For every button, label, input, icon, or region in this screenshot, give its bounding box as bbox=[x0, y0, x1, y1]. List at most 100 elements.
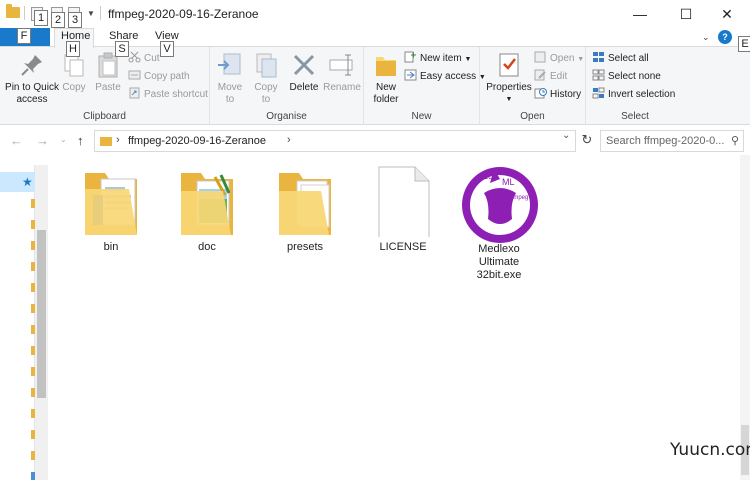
folder-icon bbox=[79, 165, 143, 235]
logo-text-ml: ML bbox=[502, 177, 515, 187]
new-folder-label: New folder bbox=[373, 82, 399, 105]
navigation-bar: ← → ⌄ ↑ › ffmpeg-2020-09-16-Zeranoe › ⌄ … bbox=[0, 126, 750, 155]
new-item-label: New item bbox=[420, 53, 462, 64]
organise-group: Move to Copy to Delete Rename Organise bbox=[210, 47, 364, 125]
list-item[interactable]: ES ML Ffmpeg Medlexo Ultimate 32bit.exe bbox=[455, 163, 543, 282]
new-group-label: New bbox=[411, 111, 432, 122]
logo-text-es: ES bbox=[482, 171, 494, 181]
delete-x-icon bbox=[290, 51, 318, 79]
select-none-label: Select none bbox=[608, 71, 661, 82]
keytip-file: F bbox=[17, 28, 31, 44]
breadcrumb-current[interactable]: ffmpeg-2020-09-16-Zeranoe bbox=[128, 135, 266, 147]
search-input[interactable] bbox=[606, 132, 734, 150]
rename-label: Rename bbox=[323, 82, 361, 93]
chevron-down-icon[interactable]: ⌄ bbox=[702, 32, 710, 43]
minimize-button[interactable]: — bbox=[617, 0, 663, 28]
edit-icon bbox=[534, 69, 547, 81]
properties-icon bbox=[495, 51, 523, 79]
ribbon: Pin to Quick access Copy Paste Cut Copy … bbox=[0, 46, 750, 125]
file-list: bin doc presets LICENSE ES ML Ffmpeg Med… bbox=[50, 155, 740, 480]
list-item[interactable]: LICENSE bbox=[359, 165, 447, 254]
select-group: Select all Select none Invert selection … bbox=[586, 47, 684, 125]
back-arrow-icon[interactable]: ← bbox=[10, 133, 23, 148]
keytip-view: V bbox=[160, 41, 174, 57]
select-all-label: Select all bbox=[608, 53, 649, 64]
folder-icon bbox=[273, 165, 337, 235]
rename-icon bbox=[328, 51, 356, 79]
item-label: bin bbox=[103, 241, 119, 253]
cut-button[interactable]: Cut bbox=[128, 51, 160, 67]
customize-qat-dropdown-icon[interactable]: ▼ bbox=[87, 9, 95, 18]
open-button[interactable]: Open ▼ bbox=[534, 51, 584, 67]
invert-selection-icon bbox=[592, 87, 605, 99]
list-item[interactable]: presets bbox=[261, 165, 349, 254]
window-title: ffmpeg-2020-09-16-Zeranoe bbox=[108, 7, 259, 21]
file-icon bbox=[371, 165, 435, 242]
dropdown-arrow-icon: ▼ bbox=[464, 56, 472, 63]
address-history-chevron-icon[interactable]: ⌄ bbox=[562, 130, 570, 141]
copy-path-icon bbox=[128, 69, 141, 81]
navigation-pane: ★ bbox=[0, 165, 35, 480]
recent-locations-chevron-icon[interactable]: ⌄ bbox=[60, 135, 67, 144]
move-to-label: Move to bbox=[217, 82, 243, 105]
paste-button[interactable]: Paste bbox=[92, 51, 124, 94]
pin-label: Pin to Quick access bbox=[5, 82, 59, 105]
divider bbox=[100, 6, 101, 20]
up-arrow-icon[interactable]: ↑ bbox=[77, 133, 84, 148]
divider bbox=[24, 6, 25, 20]
pin-icon bbox=[18, 51, 46, 79]
item-label: Medlexo Ultimate 32bit.exe bbox=[476, 243, 522, 281]
pin-to-quick-access-button[interactable]: Pin to Quick access bbox=[4, 51, 60, 106]
invert-selection-button[interactable]: Invert selection bbox=[592, 87, 675, 103]
search-icon: ⚲ bbox=[730, 135, 739, 147]
new-group: New folder New item ▼ Easy access ▼ New bbox=[364, 47, 486, 125]
forward-arrow-icon[interactable]: → bbox=[36, 133, 49, 148]
select-all-button[interactable]: Select all bbox=[592, 51, 649, 67]
new-item-button[interactable]: New item ▼ bbox=[404, 51, 471, 67]
select-group-label: Select bbox=[621, 111, 649, 122]
address-bar[interactable]: › ffmpeg-2020-09-16-Zeranoe › bbox=[94, 130, 576, 152]
select-none-button[interactable]: Select none bbox=[592, 69, 661, 85]
keytip-3: 3 bbox=[68, 12, 82, 28]
copy-path-label: Copy path bbox=[144, 71, 190, 82]
scrollbar-thumb[interactable] bbox=[37, 230, 46, 398]
copy-button[interactable]: Copy bbox=[60, 51, 88, 94]
properties-button[interactable]: Properties ▼ bbox=[484, 51, 534, 106]
copy-to-button[interactable]: Copy to bbox=[250, 51, 282, 106]
maximize-button[interactable]: ☐ bbox=[663, 0, 709, 28]
keytip-help: E bbox=[738, 36, 750, 52]
new-folder-button[interactable]: New folder bbox=[368, 51, 404, 106]
keytip-home: H bbox=[66, 41, 80, 57]
new-folder-icon bbox=[372, 51, 400, 79]
clipboard-group-label: Clipboard bbox=[83, 111, 126, 122]
select-none-icon bbox=[592, 69, 605, 81]
breadcrumb-chevron-icon[interactable]: › bbox=[116, 134, 120, 146]
list-item[interactable]: bin bbox=[67, 165, 155, 254]
copy-path-button[interactable]: Copy path bbox=[128, 69, 190, 85]
delete-button[interactable]: Delete bbox=[286, 51, 322, 94]
quick-access-item[interactable]: ★ bbox=[0, 172, 35, 192]
breadcrumb-chevron-icon[interactable]: › bbox=[287, 134, 291, 146]
cut-label: Cut bbox=[144, 53, 160, 64]
keytip-2: 2 bbox=[51, 12, 65, 28]
folder-icon bbox=[100, 137, 112, 146]
paste-label: Paste bbox=[95, 82, 121, 93]
scissors-icon bbox=[128, 51, 141, 63]
star-icon: ★ bbox=[22, 175, 33, 189]
list-item[interactable]: doc bbox=[163, 165, 251, 254]
help-icon[interactable]: ? bbox=[718, 30, 732, 44]
rename-button[interactable]: Rename bbox=[322, 51, 362, 94]
edit-button[interactable]: Edit bbox=[534, 69, 567, 85]
keytip-1: 1 bbox=[34, 10, 48, 26]
close-button[interactable]: ✕ bbox=[704, 0, 750, 28]
item-label: presets bbox=[286, 241, 324, 253]
invert-selection-label: Invert selection bbox=[608, 89, 676, 100]
easy-access-button[interactable]: Easy access ▼ bbox=[404, 69, 486, 85]
refresh-icon[interactable]: ↻ bbox=[578, 130, 596, 152]
history-button[interactable]: History bbox=[534, 87, 581, 103]
history-label: History bbox=[550, 89, 582, 100]
ribbon-tabs: F Home H Share S View V ⌄ ? E bbox=[0, 28, 750, 57]
search-box[interactable]: ⚲ bbox=[600, 130, 744, 152]
paste-shortcut-button[interactable]: Paste shortcut bbox=[128, 87, 208, 103]
move-to-button[interactable]: Move to bbox=[214, 51, 246, 106]
